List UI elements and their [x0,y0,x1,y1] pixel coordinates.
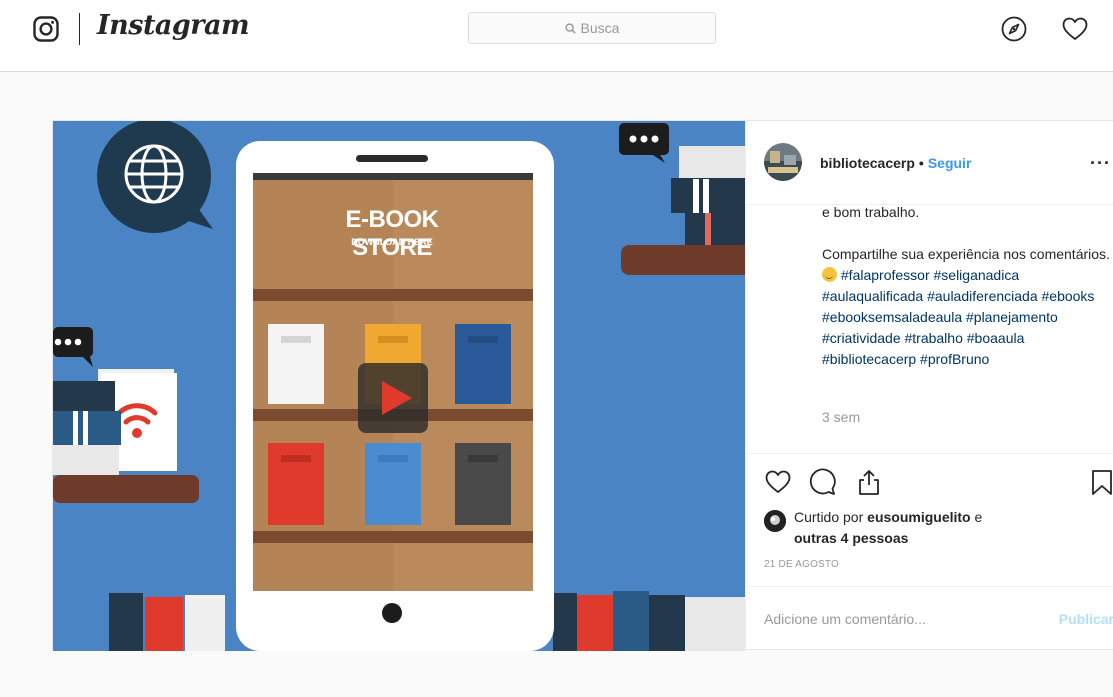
post-action-bar [746,453,1113,495]
top-navigation: Instagram Busca [0,0,1113,72]
liker-username-link[interactable]: eusoumiguelito [867,509,970,525]
heart-icon[interactable] [1061,15,1089,43]
avatar[interactable] [764,143,802,181]
comment-bar: Adicione um comentário... Publicar [746,586,1113,652]
likes-summary: Curtido por eusoumiguelito e outras 4 pes… [764,507,982,549]
play-icon[interactable] [358,363,428,433]
post-sidebar: bibliotecacerp • Seguir ··· e bom trabalho… [745,121,1113,651]
image-subtitle-text: DOWNLOAD HERE [351,237,433,247]
caption-hashtags[interactable]: #falaprofessor #seliganadica #aulaqualif… [822,267,1094,367]
like-heart-icon[interactable] [764,468,792,496]
search-input[interactable]: Busca [468,12,716,44]
search-icon [564,22,576,34]
publish-button[interactable]: Publicar [1059,611,1113,627]
post-header: bibliotecacerp • Seguir ··· [746,121,1113,205]
caption-text-block: Compartilhe sua experiência nos comentár… [822,244,1112,370]
comment-icon[interactable] [808,468,836,496]
caption-previous-line: e bom trabalho. [822,205,920,220]
instagram-glyph-icon[interactable] [33,16,59,42]
likes-prefix: Curtido por [794,509,864,525]
more-options-button[interactable]: ··· [1090,153,1113,174]
likes-others-link[interactable]: outras 4 pessoas [794,530,908,546]
liker-avatar[interactable] [764,510,786,532]
caption-time-ago: 3 sem [822,409,861,425]
follow-button[interactable]: Seguir [928,155,972,171]
image-title-text: E-BOOK STORE [345,206,440,261]
separator-dot: • [918,155,924,171]
post-caption: e bom trabalho. Compartilhe sua experiên… [822,205,1112,453]
nav-divider [79,13,80,45]
post-date: 21 DE AGOSTO [764,559,840,570]
compass-icon[interactable] [1000,15,1028,43]
username-link[interactable]: bibliotecacerp [820,155,915,171]
instagram-wordmark[interactable]: Instagram [97,10,250,41]
likes-text: Curtido por eusoumiguelito e outras 4 pes… [794,507,982,549]
likes-and: e [974,509,983,525]
search-placeholder: Busca [580,20,620,36]
comment-input[interactable]: Adicione um comentário... [764,611,926,627]
post-user-line: bibliotecacerp • Seguir [820,155,971,171]
smile-emoji-icon [822,267,837,282]
bookmark-icon[interactable] [1088,468,1113,496]
caption-text: Compartilhe sua experiência nos comentár… [822,246,1110,262]
post-media-video[interactable]: E-BOOK STORE DOWNLOAD HERE [53,121,745,651]
post-card: E-BOOK STORE DOWNLOAD HERE bibliotecacer… [52,120,1113,651]
share-icon[interactable] [855,468,883,496]
